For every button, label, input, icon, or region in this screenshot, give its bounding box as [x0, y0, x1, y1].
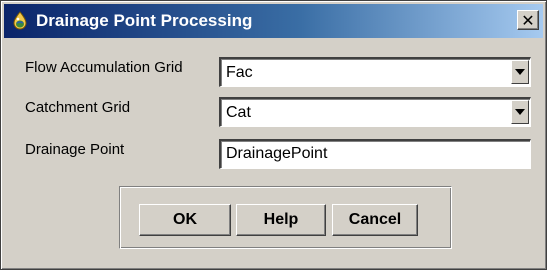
catchment-value: Cat [226, 104, 251, 121]
help-button[interactable]: Help [236, 204, 326, 236]
catchment-dropdown-button[interactable] [511, 100, 529, 124]
chevron-down-icon [515, 109, 525, 115]
close-button[interactable]: ✕ [517, 10, 539, 30]
drainage-point-label: Drainage Point [25, 141, 125, 158]
ok-button[interactable]: OK [139, 204, 231, 236]
cancel-button[interactable]: Cancel [332, 204, 418, 236]
drainage-point-field[interactable] [219, 139, 531, 169]
flow-accumulation-value: Fac [226, 64, 253, 81]
flow-accumulation-select[interactable]: Fac [219, 57, 531, 87]
title-bar[interactable]: Drainage Point Processing ✕ [4, 4, 543, 38]
close-icon: ✕ [521, 10, 535, 30]
flow-accumulation-dropdown-button[interactable] [511, 60, 529, 84]
chevron-down-icon [515, 69, 525, 75]
drainage-point-input[interactable] [226, 145, 516, 163]
dialog-window: Drainage Point Processing ✕ Flow Accumul… [0, 0, 547, 270]
globe-drop-icon [10, 11, 30, 31]
catchment-label: Catchment Grid [25, 99, 131, 116]
flow-accumulation-label: Flow Accumulation Grid [25, 59, 183, 76]
window-title: Drainage Point Processing [36, 11, 253, 30]
catchment-select[interactable]: Cat [219, 97, 531, 127]
button-group: OK Help Cancel [119, 186, 452, 249]
